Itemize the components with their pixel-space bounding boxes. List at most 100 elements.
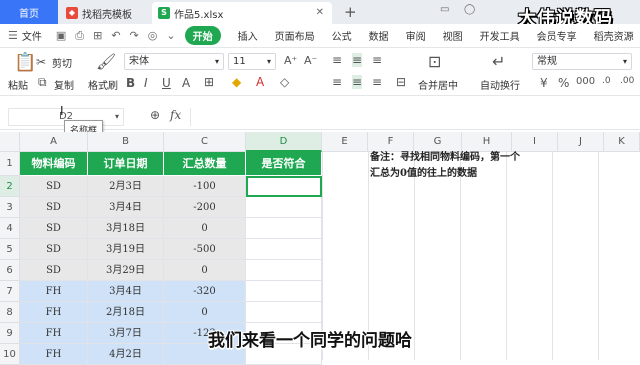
row-header[interactable]: 6 [0, 260, 20, 281]
column-header-g[interactable]: G [414, 132, 462, 152]
menu-review[interactable]: 审阅 [406, 28, 426, 43]
close-icon[interactable]: ✕ [316, 7, 324, 18]
print-icon[interactable]: ⊞ [93, 29, 102, 42]
merge-icon[interactable]: ⊡ [428, 52, 441, 71]
row-header[interactable]: 1 [0, 152, 20, 176]
table-cell[interactable]: SD [20, 176, 88, 197]
table-cell[interactable]: 3月18日 [88, 218, 164, 239]
merge-center-button[interactable]: 合并居中 [418, 77, 458, 92]
table-cell[interactable]: FH [20, 302, 88, 323]
align-bottom-icon[interactable]: ≡ [372, 53, 382, 67]
align-top-icon[interactable]: ≡ [332, 53, 342, 67]
format-painter-icon[interactable]: 🖌 [96, 52, 116, 71]
format-painter-button[interactable]: 格式刷 [88, 77, 118, 92]
increase-decimal-icon[interactable]: .0 [602, 76, 611, 86]
row-header[interactable]: 8 [0, 302, 20, 323]
wrap-text-button[interactable]: 自动换行 [480, 77, 520, 92]
currency-icon[interactable]: ¥ [540, 76, 548, 90]
table-cell[interactable]: -320 [164, 281, 246, 302]
formula-input[interactable] [190, 108, 636, 126]
tab-workbook[interactable]: S 作品5.xlsx ✕ [152, 2, 332, 24]
screenshot-icon[interactable]: ◎ [148, 29, 158, 42]
copy-icon[interactable]: ⧉ [38, 75, 47, 90]
user-icon[interactable]: ◯ [464, 4, 475, 15]
align-middle-icon[interactable]: ≡ [352, 53, 363, 67]
menu-formulas[interactable]: 公式 [332, 28, 352, 43]
menu-docer[interactable]: 稻壳资源 [594, 28, 634, 43]
row-header[interactable]: 4 [0, 218, 20, 239]
align-center-icon[interactable]: ≡ [352, 75, 363, 89]
italic-icon[interactable]: I [144, 76, 148, 90]
table-cell[interactable]: 3月4日 [88, 197, 164, 218]
font-color-icon[interactable]: A [256, 75, 264, 89]
paste-button[interactable]: 粘贴 [8, 77, 28, 92]
column-header-i[interactable]: I [512, 132, 558, 152]
header-cell-material-code[interactable]: 物料编码 [20, 152, 88, 176]
menu-start[interactable]: 开始 [184, 26, 221, 45]
table-cell[interactable]: SD [20, 218, 88, 239]
menu-insert[interactable]: 插入 [238, 28, 258, 43]
table-cell[interactable]: 3月19日 [88, 239, 164, 260]
table-cell[interactable]: 0 [164, 218, 246, 239]
strikethrough-icon[interactable]: A [182, 76, 190, 90]
distributed-align-icon[interactable]: ⊟ [396, 75, 406, 89]
header-cell-order-date[interactable]: 订单日期 [88, 152, 164, 176]
table-cell[interactable] [246, 218, 322, 239]
table-cell[interactable] [246, 260, 322, 281]
column-header-a[interactable]: A [20, 132, 88, 152]
table-cell[interactable]: FH [20, 323, 88, 344]
table-cell[interactable]: 0 [164, 260, 246, 281]
redo-icon[interactable]: ↷ [130, 29, 139, 42]
layout-icon[interactable]: ▭ [440, 4, 449, 15]
table-cell[interactable]: SD [20, 239, 88, 260]
align-right-icon[interactable]: ≡ [372, 75, 382, 89]
fill-color-icon[interactable]: ◆ [232, 75, 241, 89]
table-cell[interactable]: 3月4日 [88, 281, 164, 302]
decrease-font-icon[interactable]: A⁻ [304, 54, 317, 67]
table-cell[interactable]: SD [20, 260, 88, 281]
tab-template[interactable]: ◆ 找稻壳模板 [60, 2, 150, 24]
table-cell[interactable]: 3月29日 [88, 260, 164, 281]
font-family-select[interactable]: 宋体 ▾ [124, 53, 224, 70]
percent-icon[interactable]: % [558, 76, 569, 90]
select-all-corner[interactable] [0, 132, 20, 152]
menu-page-layout[interactable]: 页面布局 [275, 28, 315, 43]
increase-font-icon[interactable]: A⁺ [284, 54, 297, 67]
table-cell[interactable]: SD [20, 197, 88, 218]
menu-file[interactable]: 文件 [22, 28, 42, 43]
clear-format-icon[interactable]: ◇ [280, 75, 289, 89]
table-cell[interactable]: 3月7日 [88, 323, 164, 344]
paste-icon[interactable]: 📋 [14, 52, 36, 73]
decrease-decimal-icon[interactable]: .00 [620, 76, 634, 86]
column-header-j[interactable]: J [558, 132, 604, 152]
more-icon[interactable]: ⌄ [166, 29, 175, 42]
tab-home[interactable]: 首页 [0, 0, 58, 24]
cut-icon[interactable]: ✂ [36, 55, 46, 69]
row-header[interactable]: 10 [0, 344, 20, 365]
number-format-select[interactable]: 常规 ▾ [532, 53, 632, 70]
table-cell[interactable] [246, 197, 322, 218]
underline-icon[interactable]: U [162, 76, 171, 90]
cut-button[interactable]: 剪切 [52, 55, 72, 70]
table-cell[interactable] [246, 239, 322, 260]
save-icon[interactable]: ▣ [56, 29, 66, 42]
header-cell-qualified[interactable]: 是否符合 [246, 152, 322, 176]
menu-member[interactable]: 会员专享 [537, 28, 577, 43]
font-size-select[interactable]: 11 ▾ [228, 53, 276, 70]
column-header-c[interactable]: C [164, 132, 246, 152]
menu-icon[interactable]: ☰ [8, 29, 18, 42]
table-cell[interactable]: 2月18日 [88, 302, 164, 323]
row-header[interactable]: 9 [0, 323, 20, 344]
table-cell[interactable]: 0 [164, 302, 246, 323]
active-cell-d2[interactable] [246, 176, 322, 197]
print-preview-icon[interactable]: ⎙ [75, 29, 84, 43]
bold-icon[interactable]: B [126, 76, 135, 90]
wrap-text-icon[interactable]: ↵ [492, 52, 505, 71]
add-tab-icon[interactable]: + [344, 3, 357, 21]
table-cell[interactable] [246, 281, 322, 302]
column-header-d[interactable]: D [246, 132, 322, 152]
table-cell[interactable]: 4月2日 [88, 344, 164, 365]
align-left-icon[interactable]: ≡ [332, 75, 342, 89]
menu-data[interactable]: 数据 [369, 28, 389, 43]
column-header-h[interactable]: H [462, 132, 512, 152]
